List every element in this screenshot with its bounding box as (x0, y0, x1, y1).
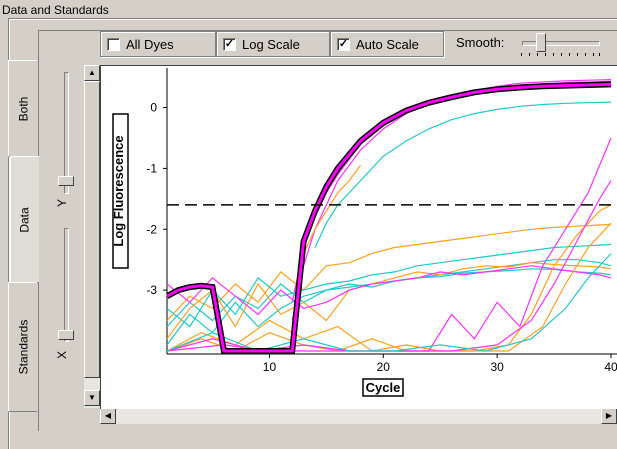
series-line (314, 101, 612, 248)
smooth-slider-ticks (521, 53, 600, 56)
smooth-label: Smooth: (456, 35, 505, 50)
all-dyes-checkbox[interactable]: All Dyes (100, 31, 216, 57)
arrow-down-icon[interactable]: ▼ (84, 390, 100, 406)
vertical-scroll-thumb[interactable] (84, 81, 100, 378)
series-line (167, 180, 612, 352)
chart-vertical-scrollbar[interactable]: ▲ ▼ (84, 65, 100, 408)
tab-standards-label: Standards (16, 319, 31, 375)
y-tick-label: -1 (146, 161, 157, 175)
check-icon[interactable]: ✓ (337, 37, 350, 51)
x-tick-label: 30 (490, 360, 504, 374)
series-line (167, 204, 612, 352)
x-zoom-slider-thumb[interactable] (58, 330, 74, 340)
x-zoom-label: X (55, 350, 70, 360)
y-zoom-slider-thumb[interactable] (58, 176, 74, 186)
y-tick-label: 0 (150, 101, 157, 115)
tab-data[interactable]: Data (10, 156, 39, 283)
smooth-slider-track[interactable] (522, 41, 600, 46)
series-line (291, 79, 612, 321)
amplification-plot: 0-1-2-310 20 30 40CycleLog Fluorescence (111, 68, 617, 397)
all-dyes-label: All Dyes (126, 36, 174, 52)
series-line (167, 268, 612, 346)
x-tick-label: 40 (604, 360, 617, 374)
arrow-right-icon[interactable]: ▶ (601, 408, 617, 424)
smooth-slider-thumb[interactable] (536, 33, 546, 52)
log-scale-label: Log Scale (242, 36, 300, 52)
tab-data-label: Data (17, 206, 32, 233)
y-tick-label: -2 (146, 222, 157, 236)
auto-scale-label: Auto Scale (356, 36, 419, 52)
x-axis-title: Cycle (366, 380, 401, 395)
view-tabs: Both Data Standards (8, 60, 39, 420)
tab-both-label: Both (16, 96, 30, 121)
all-dyes-box[interactable] (107, 37, 120, 51)
tab-standards[interactable]: Standards (8, 282, 37, 412)
arrow-up-icon[interactable]: ▲ (84, 65, 100, 81)
series-line (291, 80, 612, 303)
x-tick-label: 20 (377, 360, 391, 374)
tab-both[interactable]: Both (8, 60, 37, 157)
auto-scale-checkbox[interactable]: ✓ Auto Scale (330, 31, 444, 57)
series-line (167, 253, 612, 352)
y-tick-label: -3 (146, 283, 157, 297)
series-line (167, 137, 612, 352)
amplification-chart[interactable]: 0 -1 -2 -3 10 20 30 40 Cycle Log Fluorescence (100, 65, 617, 409)
log-scale-checkbox[interactable]: ✓ Log Scale (216, 31, 330, 57)
chart-horizontal-scrollbar[interactable]: ◀ ▶ (100, 408, 617, 424)
x-zoom-slider-track[interactable] (64, 228, 69, 342)
x-tick-label: 10 (263, 360, 277, 374)
groupbox-title: Data and Standards (0, 3, 112, 17)
check-icon[interactable]: ✓ (223, 37, 236, 51)
y-zoom-label: Y (55, 198, 70, 208)
arrow-left-icon[interactable]: ◀ (100, 408, 116, 424)
